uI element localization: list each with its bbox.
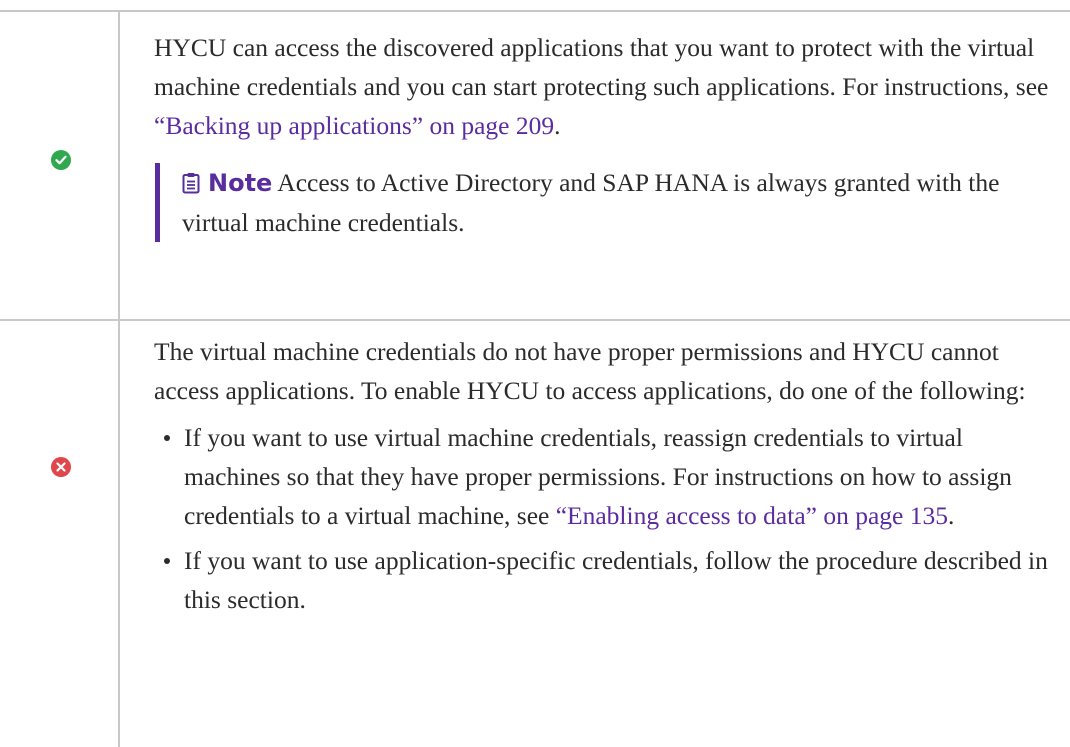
table-row-error: The virtual machine credentials do not h…: [0, 321, 1070, 747]
x-circle-icon: [51, 457, 71, 477]
bullet-icon: [164, 435, 170, 441]
success-paragraph: HYCU can access the discovered applicati…: [154, 28, 1050, 145]
success-text-end: .: [554, 111, 561, 140]
status-table: HYCU can access the discovered applicati…: [0, 0, 1070, 747]
note-callout: Note Access to Active Directory and SAP …: [155, 163, 1050, 242]
success-text: HYCU can access the discovered applicati…: [154, 33, 1049, 101]
bullet-text-end: .: [947, 501, 955, 530]
error-intro: The virtual machine credentials do not h…: [154, 337, 1026, 405]
options-list: If you want to use virtual machine crede…: [154, 418, 1050, 619]
success-description: HYCU can access the discovered applicati…: [154, 28, 1050, 242]
bullet-icon: [164, 558, 170, 564]
note-label: Note: [208, 169, 273, 197]
list-item: If you want to use application-specific …: [154, 541, 1050, 619]
check-circle-icon: [51, 150, 71, 170]
note-text: Access to Active Directory and SAP HANA …: [182, 168, 1000, 237]
bullet-text: If you want to use application-specific …: [184, 546, 1048, 614]
table-row-success: HYCU can access the discovered applicati…: [0, 12, 1070, 319]
clipboard-icon: [182, 166, 200, 194]
error-description: The virtual machine credentials do not h…: [154, 332, 1050, 625]
list-item: If you want to use virtual machine crede…: [154, 418, 1050, 535]
backing-up-applications-link[interactable]: “Backing up applications” on page 209: [154, 111, 554, 140]
enabling-access-to-data-link[interactable]: “Enabling access to data” on page 135: [556, 501, 948, 530]
